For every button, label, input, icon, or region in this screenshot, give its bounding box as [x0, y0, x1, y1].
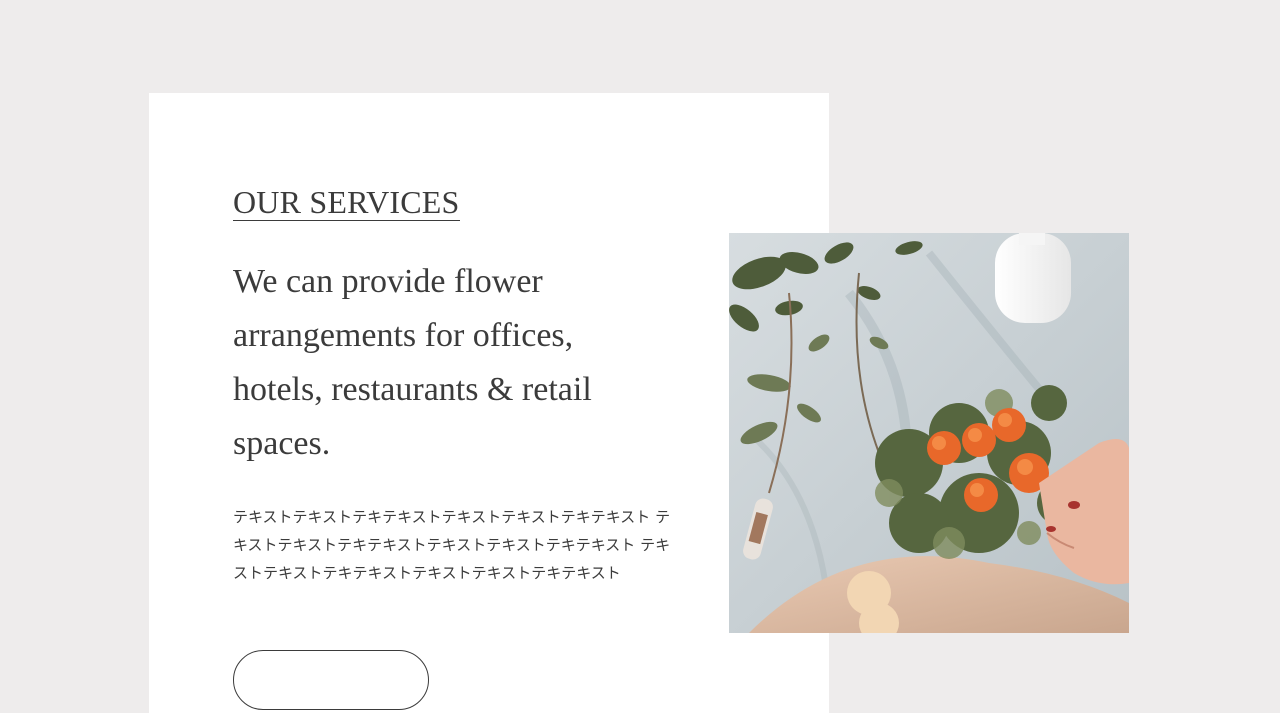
services-lead: We can provide flower arrangements for o… — [233, 263, 592, 462]
services-card: OUR SERVICES We can provide flower arran… — [149, 93, 829, 713]
flower-arrangement-illustration — [729, 233, 1129, 633]
section-title: OUR SERVICES — [233, 184, 460, 221]
services-body-text: テキストテキストテキテキストテキストテキストテキテキスト テキストテキストテキテ… — [233, 508, 671, 582]
view-more-button[interactable] — [233, 650, 429, 710]
flower-arrangement-photo — [729, 233, 1129, 633]
